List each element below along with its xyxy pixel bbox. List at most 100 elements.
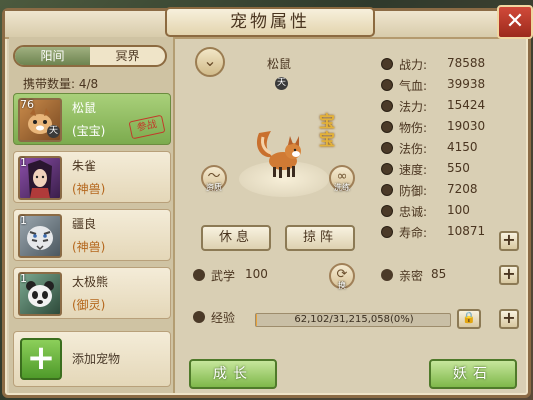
defense-icon — [381, 184, 393, 196]
add-lifespan-button[interactable]: + — [499, 231, 519, 251]
aptitude-caption: 资质 — [206, 183, 222, 192]
intimacy-value: 85 — [431, 267, 447, 281]
stat-label: 战力: — [399, 58, 428, 72]
tab-mingjie[interactable]: 冥界 — [90, 47, 165, 65]
heartbeat-icon: 〜 — [207, 169, 221, 184]
pet-level: 76 — [20, 98, 34, 111]
stat-row: 法力: 15424 — [375, 97, 525, 115]
realm-tabs: 阳间 冥界 — [13, 45, 167, 67]
pet-level: 1 — [20, 272, 27, 285]
infinity-icon: ∞ — [336, 169, 348, 184]
selected-pet-tian-badge: 天 — [275, 77, 288, 90]
pet-list-item[interactable]: 76 天 松鼠 (宝宝) 参战 — [13, 93, 171, 145]
magic-attack-icon — [381, 142, 393, 154]
loyalty-icon — [381, 205, 393, 217]
stat-value: 78588 — [447, 56, 486, 70]
pet-name: 疆良 — [72, 217, 97, 231]
stat-row: 防御: 7208 — [375, 181, 525, 199]
physical-attack-icon — [381, 121, 393, 133]
speed-icon — [381, 163, 393, 175]
pet-level: 1 — [20, 214, 27, 227]
add-pet-button[interactable]: + 添加宠物 — [13, 331, 171, 387]
rest-button[interactable]: 休息 — [201, 225, 271, 251]
pet-display: ⌄ 松鼠 天 宝宝 〜 资质 ∞ 洗练 休息 掠阵 — [183, 41, 367, 261]
pet-name: 太极熊 — [72, 275, 109, 289]
pet-type: (神兽) — [72, 240, 106, 254]
swap-caption: 换 — [338, 281, 346, 290]
aptitude-button[interactable]: 〜 资质 — [201, 165, 227, 192]
refresh-icon: ⟳ — [336, 267, 348, 282]
add-pet-label: 添加宠物 — [72, 352, 121, 366]
pet-type: (宝宝) — [72, 124, 106, 138]
demon-stone-button[interactable]: 妖石 — [429, 359, 517, 389]
carry-count-value: 4/8 — [78, 77, 99, 91]
pet-name: 松鼠 — [72, 101, 97, 115]
stat-row: 物伤: 19030 — [375, 118, 525, 136]
stat-value: 19030 — [447, 119, 486, 133]
carry-count-label: 携带数量: — [23, 77, 76, 91]
swap-wuxue-button[interactable]: ⟳ 换 — [329, 263, 355, 290]
close-button[interactable]: ✕ — [497, 5, 533, 39]
stat-value: 10871 — [447, 224, 486, 238]
stat-value: 15424 — [447, 98, 486, 112]
pet-type: (神兽) — [72, 182, 106, 196]
window-title: 宠物属性 — [165, 7, 375, 37]
exp-progress-bar: 62,102/31,215,058(0%) — [255, 313, 451, 327]
stat-row: 忠诚: 100 — [375, 202, 525, 220]
wuxue-value: 100 — [245, 267, 268, 281]
stat-label: 物伤: — [399, 121, 428, 135]
stat-value: 39938 — [447, 77, 486, 91]
pet-attributes-window: 宠物属性 ✕ 阳间 冥界 携带数量: 4/8 76 天 松鼠 (宝宝) 参战 1… — [2, 5, 533, 398]
intimacy-icon — [381, 269, 393, 281]
exp-icon — [193, 311, 205, 323]
stat-value: 100 — [447, 203, 470, 217]
intimacy-label: 亲密 — [399, 269, 424, 283]
stat-value: 550 — [447, 161, 470, 175]
tab-yangjian[interactable]: 阳间 — [15, 47, 90, 65]
stat-label: 法力: — [399, 100, 428, 114]
in-battle-stamp: 参战 — [128, 114, 166, 140]
stat-label: 气血: — [399, 79, 428, 93]
power-icon — [381, 58, 393, 70]
stat-value: 4150 — [447, 140, 478, 154]
lifespan-icon — [381, 226, 393, 238]
pet-level: 1 — [20, 156, 27, 169]
fox-pet-model — [256, 131, 301, 178]
pet-type: (御灵) — [72, 298, 106, 312]
exp-progress-text: 62,102/31,215,058(0%) — [294, 314, 414, 325]
add-intimacy-button[interactable]: + — [499, 265, 519, 285]
pet-list-panel: 阳间 冥界 携带数量: 4/8 76 天 松鼠 (宝宝) 参战 1 朱雀 (神兽… — [9, 37, 175, 393]
formation-button[interactable]: 掠阵 — [285, 225, 355, 251]
exp-label: 经验 — [211, 311, 236, 325]
lock-exp-button[interactable]: 🔒 — [457, 309, 481, 329]
stat-row: 法伤: 4150 — [375, 139, 525, 157]
mana-icon — [381, 100, 393, 112]
stat-value: 7208 — [447, 182, 478, 196]
stat-row: 战力: 78588 — [375, 55, 525, 73]
stat-label: 寿命: — [399, 226, 428, 240]
stat-label: 防御: — [399, 184, 428, 198]
stat-label: 速度: — [399, 163, 428, 177]
stat-row: 速度: 550 — [375, 160, 525, 178]
refine-button[interactable]: ∞ 洗练 — [329, 165, 355, 192]
selected-pet-name: 松鼠 — [267, 57, 292, 71]
wuxue-icon — [193, 269, 205, 281]
refine-caption: 洗练 — [334, 183, 350, 192]
pet-tian-badge: 天 — [47, 125, 60, 138]
stat-label: 忠诚: — [399, 205, 428, 219]
wuxue-label: 武学 — [211, 269, 236, 283]
pet-list-item[interactable]: 1 朱雀 (神兽) — [13, 151, 171, 203]
lock-icon: 🔒 — [462, 311, 476, 324]
pet-list-item[interactable]: 1 太极熊 (御灵) — [13, 267, 171, 319]
chevron-down-icon[interactable]: ⌄ — [195, 47, 225, 77]
carry-count: 携带数量: 4/8 — [23, 75, 98, 92]
pet-name: 朱雀 — [72, 159, 97, 173]
pet-list-item[interactable]: 1 疆良 (神兽) — [13, 209, 171, 261]
stat-label: 法伤: — [399, 142, 428, 156]
hp-icon — [381, 79, 393, 91]
add-exp-button[interactable]: + — [499, 309, 519, 329]
baobao-tag: 宝宝 — [318, 112, 335, 149]
grow-button[interactable]: 成长 — [189, 359, 277, 389]
plus-icon: + — [20, 338, 62, 380]
stat-row: 气血: 39938 — [375, 76, 525, 94]
